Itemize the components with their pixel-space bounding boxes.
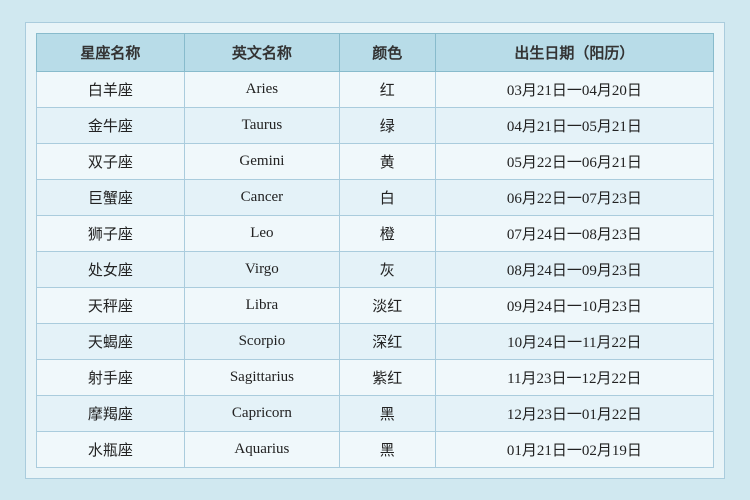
- cell-chinese-name: 狮子座: [37, 215, 185, 251]
- cell-date: 10月24日一11月22日: [435, 323, 713, 359]
- header-chinese-name: 星座名称: [37, 33, 185, 71]
- table-row: 处女座Virgo灰08月24日一09月23日: [37, 251, 714, 287]
- zodiac-table-container: 星座名称 英文名称 颜色 出生日期（阳历） 白羊座Aries红03月21日一04…: [25, 22, 725, 479]
- table-header-row: 星座名称 英文名称 颜色 出生日期（阳历）: [37, 33, 714, 71]
- cell-english-name: Taurus: [184, 107, 339, 143]
- cell-english-name: Sagittarius: [184, 359, 339, 395]
- cell-color: 紫红: [339, 359, 435, 395]
- table-row: 水瓶座Aquarius黑01月21日一02月19日: [37, 431, 714, 467]
- cell-color: 灰: [339, 251, 435, 287]
- table-row: 天秤座Libra淡红09月24日一10月23日: [37, 287, 714, 323]
- cell-chinese-name: 天蝎座: [37, 323, 185, 359]
- cell-chinese-name: 摩羯座: [37, 395, 185, 431]
- cell-chinese-name: 天秤座: [37, 287, 185, 323]
- cell-color: 绿: [339, 107, 435, 143]
- table-row: 双子座Gemini黄05月22日一06月21日: [37, 143, 714, 179]
- cell-color: 黑: [339, 395, 435, 431]
- header-english-name: 英文名称: [184, 33, 339, 71]
- cell-date: 03月21日一04月20日: [435, 71, 713, 107]
- header-date: 出生日期（阳历）: [435, 33, 713, 71]
- zodiac-table: 星座名称 英文名称 颜色 出生日期（阳历） 白羊座Aries红03月21日一04…: [36, 33, 714, 468]
- table-row: 巨蟹座Cancer白06月22日一07月23日: [37, 179, 714, 215]
- header-color: 颜色: [339, 33, 435, 71]
- cell-english-name: Aries: [184, 71, 339, 107]
- cell-english-name: Scorpio: [184, 323, 339, 359]
- cell-date: 08月24日一09月23日: [435, 251, 713, 287]
- cell-date: 07月24日一08月23日: [435, 215, 713, 251]
- cell-english-name: Cancer: [184, 179, 339, 215]
- cell-chinese-name: 金牛座: [37, 107, 185, 143]
- cell-chinese-name: 射手座: [37, 359, 185, 395]
- cell-color: 白: [339, 179, 435, 215]
- cell-chinese-name: 水瓶座: [37, 431, 185, 467]
- cell-color: 黄: [339, 143, 435, 179]
- table-row: 射手座Sagittarius紫红11月23日一12月22日: [37, 359, 714, 395]
- table-row: 天蝎座Scorpio深红10月24日一11月22日: [37, 323, 714, 359]
- cell-english-name: Aquarius: [184, 431, 339, 467]
- cell-english-name: Gemini: [184, 143, 339, 179]
- cell-date: 04月21日一05月21日: [435, 107, 713, 143]
- table-row: 摩羯座Capricorn黑12月23日一01月22日: [37, 395, 714, 431]
- cell-english-name: Virgo: [184, 251, 339, 287]
- cell-color: 淡红: [339, 287, 435, 323]
- cell-english-name: Libra: [184, 287, 339, 323]
- table-row: 白羊座Aries红03月21日一04月20日: [37, 71, 714, 107]
- cell-date: 01月21日一02月19日: [435, 431, 713, 467]
- cell-date: 12月23日一01月22日: [435, 395, 713, 431]
- cell-chinese-name: 双子座: [37, 143, 185, 179]
- cell-color: 深红: [339, 323, 435, 359]
- cell-date: 09月24日一10月23日: [435, 287, 713, 323]
- cell-chinese-name: 处女座: [37, 251, 185, 287]
- cell-chinese-name: 巨蟹座: [37, 179, 185, 215]
- cell-color: 红: [339, 71, 435, 107]
- cell-color: 橙: [339, 215, 435, 251]
- cell-english-name: Leo: [184, 215, 339, 251]
- cell-color: 黑: [339, 431, 435, 467]
- table-row: 狮子座Leo橙07月24日一08月23日: [37, 215, 714, 251]
- table-row: 金牛座Taurus绿04月21日一05月21日: [37, 107, 714, 143]
- cell-date: 05月22日一06月21日: [435, 143, 713, 179]
- cell-english-name: Capricorn: [184, 395, 339, 431]
- table-body: 白羊座Aries红03月21日一04月20日金牛座Taurus绿04月21日一0…: [37, 71, 714, 467]
- cell-date: 06月22日一07月23日: [435, 179, 713, 215]
- cell-date: 11月23日一12月22日: [435, 359, 713, 395]
- cell-chinese-name: 白羊座: [37, 71, 185, 107]
